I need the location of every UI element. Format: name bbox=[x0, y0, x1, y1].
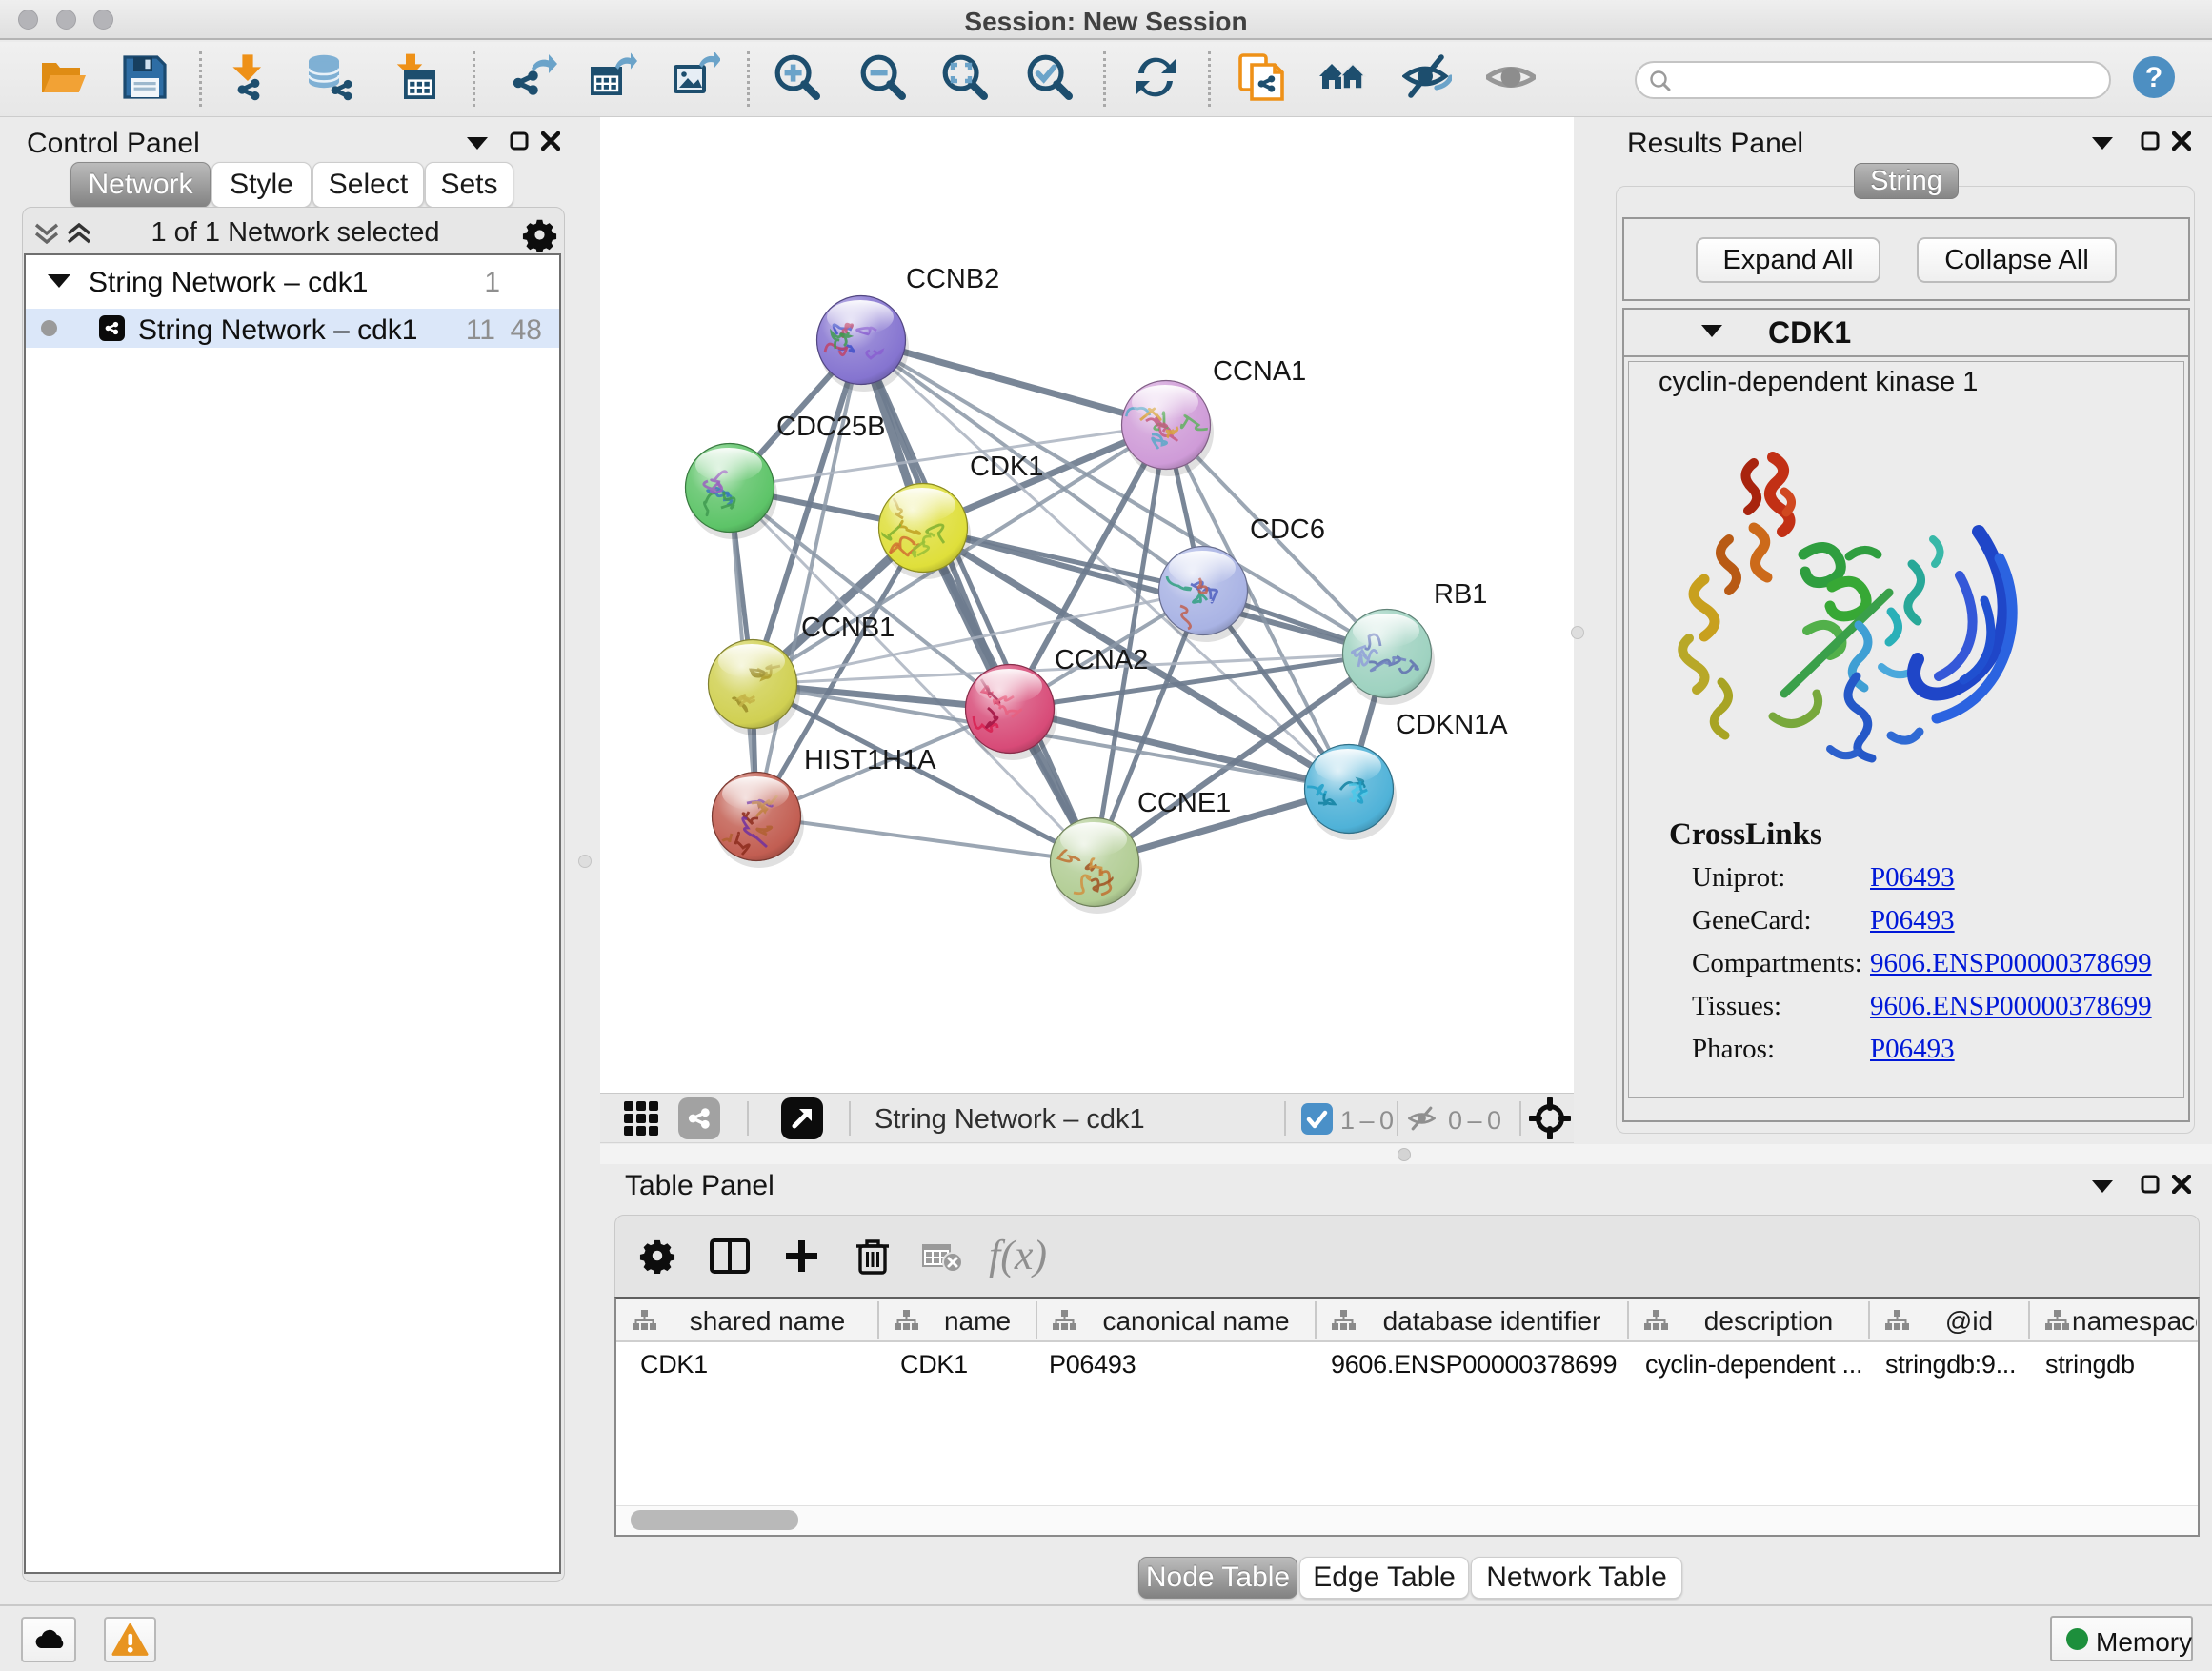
svg-text:CDKN1A: CDKN1A bbox=[1396, 710, 1508, 740]
svg-text:CCNE1: CCNE1 bbox=[1137, 788, 1231, 818]
svg-text:HIST1H1A: HIST1H1A bbox=[804, 745, 936, 775]
svg-text:CCNA1: CCNA1 bbox=[1213, 356, 1306, 387]
svg-text:?: ? bbox=[2145, 62, 2162, 93]
svg-text:CCNA2: CCNA2 bbox=[1055, 645, 1148, 675]
svg-text:CDC25B: CDC25B bbox=[776, 412, 885, 442]
svg-text:CCNB1: CCNB1 bbox=[801, 613, 895, 643]
svg-text:CDC6: CDC6 bbox=[1250, 514, 1325, 545]
svg-text:CCNB2: CCNB2 bbox=[906, 264, 999, 294]
svg-text:CDK1: CDK1 bbox=[970, 452, 1043, 482]
svg-text:RB1: RB1 bbox=[1434, 579, 1487, 610]
